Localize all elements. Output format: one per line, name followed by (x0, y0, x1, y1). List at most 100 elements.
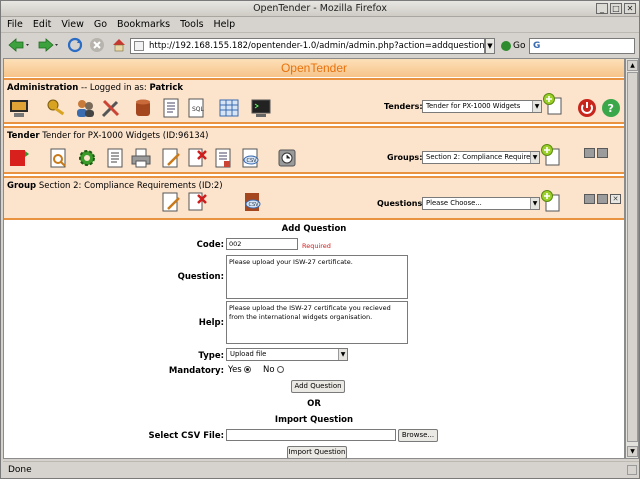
printer-icon[interactable] (130, 147, 152, 169)
terminal-icon[interactable] (250, 97, 272, 119)
questions-label: Questions: (377, 199, 426, 208)
scroll-up-icon[interactable]: ▲ (627, 60, 638, 71)
title-bar: OpenTender - Mozilla Firefox _ □ ✕ (1, 1, 639, 17)
import-question-heading: Import Question (274, 415, 354, 425)
tender-name: Tender for PX-1000 Widgets (ID:96134) (42, 131, 209, 141)
scroll-thumb[interactable] (627, 72, 638, 442)
panel-maximize-icon[interactable] (597, 194, 608, 204)
menu-bookmarks[interactable]: Bookmarks (117, 17, 170, 32)
tenders-label: Tenders: (384, 102, 423, 111)
status-text: Done (8, 465, 32, 475)
tools-icon[interactable] (100, 97, 122, 119)
stop-icon[interactable] (89, 37, 105, 56)
tender-title: Tender (7, 131, 40, 141)
browse-button[interactable]: Browse... (398, 429, 438, 442)
question-textarea[interactable]: Please upload your ISW-27 certificate. (226, 255, 408, 299)
menu-file[interactable]: File (7, 17, 23, 32)
forward-icon[interactable] (37, 37, 59, 56)
back-icon[interactable] (7, 37, 29, 56)
address-dropdown-icon[interactable]: ▼ (485, 38, 495, 54)
document-list-icon[interactable] (160, 97, 182, 119)
menu-tools[interactable]: Tools (180, 17, 203, 32)
search-document-icon[interactable] (48, 147, 70, 169)
tender-panel: Tender Tender for PX-1000 Widgets (ID:96… (4, 126, 624, 174)
menu-edit[interactable]: Edit (33, 17, 51, 32)
maximize-icon[interactable]: □ (610, 3, 622, 14)
scroll-down-icon[interactable]: ▼ (627, 446, 638, 457)
question-label: Question: (177, 272, 224, 282)
stop-record-icon[interactable] (8, 147, 30, 169)
chevron-down-icon: ▼ (532, 101, 541, 112)
required-indicator: Required (302, 242, 331, 250)
code-input[interactable]: 002 (226, 238, 298, 250)
type-selected: Upload file (230, 350, 267, 358)
navigation-toolbar: http://192.168.155.182/opentender-1.0/ad… (1, 32, 639, 57)
sql-icon[interactable]: SQL (186, 97, 208, 119)
no-radio[interactable] (277, 366, 285, 373)
yes-radio[interactable] (244, 366, 252, 373)
group-csv-icon[interactable]: CSV (242, 191, 264, 213)
panel-close-icon[interactable]: ✕ (610, 194, 621, 204)
group-header: Group Section 2: Compliance Requirements… (7, 181, 223, 191)
go-button[interactable]: Go (501, 39, 525, 53)
questions-select[interactable]: Please Choose... ▼ (422, 197, 540, 210)
questions-selected: Please Choose... (426, 199, 482, 207)
csv-export-icon[interactable]: CSV (240, 147, 262, 169)
minimize-icon[interactable]: _ (596, 3, 608, 14)
keys-icon[interactable] (46, 97, 68, 119)
search-input[interactable]: G (529, 38, 635, 54)
clock-icon[interactable] (276, 147, 298, 169)
menu-go[interactable]: Go (94, 17, 107, 32)
import-question-button[interactable]: Import Question (287, 446, 347, 458)
mandatory-yes-option[interactable]: Yes (228, 365, 252, 375)
menu-help[interactable]: Help (214, 17, 236, 32)
close-icon[interactable]: ✕ (624, 3, 636, 14)
admin-title: Administration (7, 83, 79, 93)
add-question-button[interactable]: Add Question (291, 380, 345, 393)
text-document-icon[interactable] (104, 147, 126, 169)
groups-select[interactable]: Section 2: Compliance Requireme ▼ (422, 151, 540, 164)
help-icon[interactable]: ? (600, 97, 622, 119)
add-group-icon[interactable] (540, 144, 562, 166)
svg-text:CSV: CSV (249, 202, 260, 208)
home-icon[interactable] (111, 37, 127, 56)
tenders-select[interactable]: Tender for PX-1000 Widgets ▼ (422, 100, 542, 113)
grid-icon[interactable] (218, 97, 240, 119)
group-panel-controls: ✕ (584, 194, 621, 204)
type-label: Type: (198, 351, 224, 361)
menu-view[interactable]: View (61, 17, 84, 32)
monitor-icon[interactable] (8, 97, 30, 119)
users-icon[interactable] (74, 97, 96, 119)
svg-text:CSV: CSV (247, 158, 258, 164)
add-tender-icon[interactable] (542, 93, 564, 115)
svg-text:SQL: SQL (192, 106, 205, 113)
go-icon (501, 41, 511, 51)
reload-icon[interactable] (67, 37, 83, 56)
yes-label: Yes (228, 365, 242, 375)
edit-group-icon[interactable] (160, 191, 182, 213)
address-bar[interactable]: http://192.168.155.182/opentender-1.0/ad… (130, 38, 485, 54)
chevron-down-icon: ▼ (530, 152, 539, 163)
mandatory-no-option[interactable]: No (263, 365, 285, 375)
tender-panel-controls (584, 148, 608, 158)
logged-in-prefix: -- Logged in as: (81, 83, 147, 93)
add-question-icon[interactable] (540, 190, 562, 212)
delete-group-icon[interactable] (186, 191, 208, 213)
settings-gear-icon[interactable] (76, 147, 98, 169)
delete-document-icon[interactable] (186, 147, 208, 169)
logout-icon[interactable] (576, 97, 598, 119)
type-select[interactable]: Upload file ▼ (226, 348, 348, 361)
status-bar: Done (3, 461, 639, 477)
group-panel: Group Section 2: Compliance Requirements… (4, 176, 624, 220)
help-textarea[interactable]: Please upload the ISW-27 certificate you… (226, 301, 408, 344)
vertical-scrollbar[interactable]: ▲ ▼ (625, 58, 639, 459)
database-icon[interactable] (132, 97, 154, 119)
panel-minimize-icon[interactable] (584, 194, 595, 204)
csv-file-input[interactable] (226, 429, 396, 441)
panel-maximize-icon[interactable] (597, 148, 608, 158)
tenders-selected: Tender for PX-1000 Widgets (426, 102, 521, 110)
form-document-icon[interactable] (212, 147, 234, 169)
panel-minimize-icon[interactable] (584, 148, 595, 158)
edit-document-icon[interactable] (160, 147, 182, 169)
code-label: Code: (196, 240, 224, 250)
